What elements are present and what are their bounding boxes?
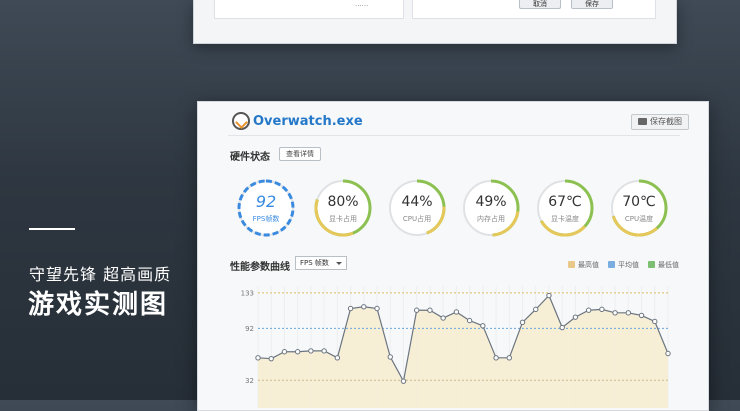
panel-fragment-text: ......: [355, 0, 369, 8]
overwatch-logo-icon: [232, 112, 250, 130]
data-point: [281, 349, 288, 355]
data-point: [493, 355, 499, 361]
legend-min-label: 最低值: [658, 261, 679, 269]
data-point: [361, 304, 367, 310]
data-point: [440, 315, 446, 321]
data-point: [599, 306, 605, 313]
legend-avg-label: 平均值: [618, 261, 639, 269]
monitor-panel: Overwatch.exe 保存截图 硬件状态 查看详情 92 FPS帧数 80% 显…: [197, 101, 709, 411]
data-point: [559, 324, 565, 331]
data-point: [268, 355, 274, 362]
legend-max-label: 最高值: [578, 261, 599, 269]
data-point: [308, 348, 314, 354]
app-title: Overwatch.exe: [253, 114, 363, 129]
metric-select[interactable]: FPS 帧数: [295, 256, 347, 270]
data-point: [347, 305, 354, 312]
data-point: [427, 307, 433, 313]
top-left-panel: ......: [214, 0, 404, 19]
area-fill: [258, 295, 668, 408]
view-details-button[interactable]: 查看详情: [279, 147, 321, 161]
gauge-label: 显卡温度: [551, 215, 579, 223]
caption-title: 游戏实测图: [28, 290, 169, 320]
data-point: [294, 349, 301, 355]
legend-avg: 平均值: [608, 260, 639, 270]
data-point: [400, 378, 407, 384]
gauge-value: 80%: [327, 194, 359, 210]
gauge-4: 67℃ 显卡温度: [534, 177, 596, 239]
data-point: [665, 350, 671, 357]
data-point: [519, 319, 526, 326]
gauge-value: 92: [255, 192, 277, 211]
caption-subtitle: 守望先锋 超高画质: [29, 265, 172, 284]
hardware-status-title: 硬件状态: [230, 152, 270, 163]
y-tick-label: 32: [245, 377, 254, 385]
caption-divider: [29, 228, 75, 230]
data-point: [255, 355, 261, 361]
fps-line-chart: 133 92 32: [241, 286, 671, 408]
save-screenshot-label: 保存截图: [650, 117, 682, 126]
gauge-label: FPS帧数: [252, 215, 280, 223]
y-tick-label: 92: [245, 325, 254, 333]
gauge-label: CPU占用: [402, 215, 432, 223]
panel-header: Overwatch.exe 保存截图: [198, 102, 708, 140]
data-point: [453, 309, 460, 315]
data-point: [334, 355, 341, 361]
gauge-label: 显卡占用: [329, 215, 357, 223]
data-point: [546, 292, 552, 299]
data-point: [321, 348, 327, 354]
legend-max: 最高值: [568, 260, 599, 270]
camera-icon: [638, 118, 647, 125]
gauge-1: 80% 显卡占用: [312, 177, 374, 239]
gauge-0: 92 FPS帧数: [235, 177, 297, 239]
data-point: [374, 305, 380, 312]
data-point: [572, 314, 579, 320]
legend-avg-swatch: [608, 261, 615, 268]
gauge-value: 70℃: [622, 194, 656, 210]
y-tick-label: 133: [241, 289, 254, 297]
data-point: [533, 306, 539, 313]
legend-min-swatch: [648, 261, 655, 268]
cancel-button[interactable]: 取消: [519, 0, 561, 9]
previous-window: ...... 取消 保存: [193, 0, 677, 44]
gauge-value: 67℃: [548, 194, 582, 210]
data-point: [387, 354, 393, 360]
gauge-value: 49%: [475, 194, 507, 210]
gauge-label: CPU温度: [624, 215, 654, 223]
data-point: [652, 318, 658, 325]
metric-select-value: FPS 帧数: [300, 259, 329, 267]
save-button[interactable]: 保存: [571, 0, 613, 9]
legend-max-swatch: [568, 261, 575, 268]
gauge-3: 49% 内存占用: [460, 177, 522, 239]
data-point: [414, 307, 420, 313]
data-point: [638, 312, 645, 319]
data-point: [480, 323, 486, 329]
legend-min: 最低值: [648, 260, 679, 270]
gauge-label: 内存占用: [477, 215, 505, 223]
header-divider: [228, 135, 680, 136]
gauge-2: 44% CPU占用: [386, 177, 448, 239]
data-point: [506, 355, 512, 361]
chevron-down-icon: [336, 262, 342, 265]
gauge-value: 44%: [401, 194, 433, 210]
data-point: [466, 317, 473, 324]
data-point: [585, 307, 592, 313]
save-screenshot-button[interactable]: 保存截图: [631, 114, 689, 130]
data-point: [612, 310, 618, 316]
performance-curve-title: 性能参数曲线: [230, 262, 290, 273]
data-point: [625, 310, 632, 316]
gauge-5: 70℃ CPU温度: [608, 177, 670, 239]
